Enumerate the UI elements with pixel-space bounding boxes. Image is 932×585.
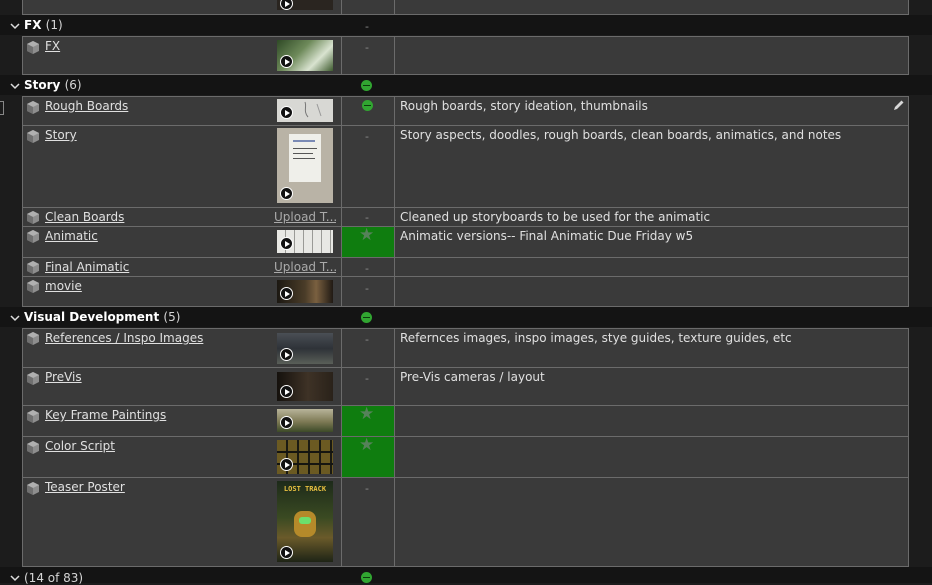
status-cell: - <box>365 333 369 346</box>
chevron-down-icon[interactable] <box>10 312 20 324</box>
cube-icon <box>27 261 39 274</box>
thumbnail[interactable] <box>277 40 333 71</box>
description: Rough boards, story ideation, thumbnails <box>400 99 648 113</box>
entity-name-link[interactable]: Final Animatic <box>45 260 129 274</box>
pencil-icon[interactable] <box>892 99 905 112</box>
group-title: Story (6) <box>24 78 82 92</box>
upload-thumbnail-link[interactable]: Upload T... <box>274 210 336 224</box>
status-cell: - <box>365 130 369 143</box>
entity-name-link[interactable]: References / Inspo Images <box>45 331 203 345</box>
poster-title: LOST TRACK <box>283 485 327 493</box>
cube-icon <box>27 230 39 243</box>
star-icon: ★ <box>359 404 375 424</box>
star-icon: ★ <box>359 225 375 245</box>
row-selection-marker <box>0 101 4 115</box>
upload-thumbnail-link[interactable]: Upload T... <box>274 260 336 274</box>
cube-icon <box>27 332 39 345</box>
play-icon[interactable] <box>280 237 293 250</box>
cube-icon <box>27 280 39 293</box>
cube-icon <box>27 130 39 143</box>
group-title: Visual Development (5) <box>24 310 181 324</box>
play-icon[interactable] <box>280 416 293 429</box>
thumbnail[interactable] <box>277 99 333 122</box>
thumbnail[interactable] <box>277 372 333 401</box>
play-icon[interactable] <box>280 0 293 10</box>
play-icon[interactable] <box>280 385 293 398</box>
cube-icon <box>27 211 39 224</box>
entity-name-link[interactable]: Animatic <box>45 229 98 243</box>
status-cell: - <box>365 211 369 224</box>
status-icon <box>362 100 373 111</box>
description: Story aspects, doodles, rough boards, cl… <box>400 128 842 142</box>
entity-name-link[interactable]: Color Script <box>45 439 115 453</box>
thumbnail[interactable] <box>277 128 333 203</box>
play-icon[interactable] <box>280 55 293 68</box>
group-header-fx[interactable]: FX (1) - <box>0 15 932 35</box>
entity-name-link[interactable]: movie <box>45 279 82 293</box>
thumbnail[interactable] <box>277 0 333 10</box>
description: Refernces images, inspo images, stye gui… <box>400 331 792 345</box>
status-cell: - <box>365 482 369 495</box>
play-icon[interactable] <box>280 458 293 471</box>
cube-icon <box>27 101 39 114</box>
description: Pre-Vis cameras / layout <box>400 370 545 384</box>
cube-icon <box>27 372 39 385</box>
thumbnail[interactable] <box>277 280 333 303</box>
entity-name-link[interactable]: Story <box>45 128 77 142</box>
status-cell: - <box>365 372 369 385</box>
group-status-icon <box>361 312 372 323</box>
cube-icon <box>27 41 39 54</box>
chevron-down-icon[interactable] <box>10 20 20 32</box>
cube-icon <box>27 482 39 495</box>
description: Animatic versions-- Final Animatic Due F… <box>400 229 694 243</box>
thumbnail[interactable]: LOST TRACK <box>277 481 333 562</box>
play-icon[interactable] <box>280 348 293 361</box>
group-status-icon <box>361 572 372 583</box>
play-icon[interactable] <box>280 287 293 300</box>
cube-icon <box>27 441 39 454</box>
group-status-icon <box>361 80 372 91</box>
play-icon[interactable] <box>280 546 293 559</box>
cube-icon <box>27 410 39 423</box>
group-status: - <box>365 20 369 33</box>
group-header-visual-development[interactable]: Visual Development (5) <box>0 307 932 327</box>
status-cell: - <box>365 262 369 275</box>
group-header-story[interactable]: Story (6) <box>0 75 932 95</box>
chevron-down-icon[interactable] <box>10 80 20 92</box>
star-icon: ★ <box>359 435 375 455</box>
thumbnail[interactable] <box>277 440 333 474</box>
play-icon[interactable] <box>280 187 293 200</box>
chevron-down-icon[interactable] <box>10 572 20 584</box>
description: Cleaned up storyboards to be used for th… <box>400 210 711 224</box>
thumbnail[interactable] <box>277 333 333 364</box>
entity-name-link[interactable]: FX <box>45 39 60 53</box>
thumbnail[interactable] <box>277 409 333 432</box>
entity-name-link[interactable]: Rough Boards <box>45 99 128 113</box>
entity-name-link[interactable]: Teaser Poster <box>45 480 125 494</box>
status-cell: - <box>365 41 369 54</box>
group-title: FX (1) <box>24 18 63 32</box>
entity-name-link[interactable]: Key Frame Paintings <box>45 408 166 422</box>
entity-name-link[interactable]: PreVis <box>45 370 82 384</box>
play-icon[interactable] <box>280 106 293 119</box>
status-cell: - <box>365 282 369 295</box>
group-header-other[interactable]: (14 of 83) <box>0 567 932 585</box>
entity-name-link[interactable]: Clean Boards <box>45 210 124 224</box>
thumbnail[interactable] <box>277 230 333 253</box>
